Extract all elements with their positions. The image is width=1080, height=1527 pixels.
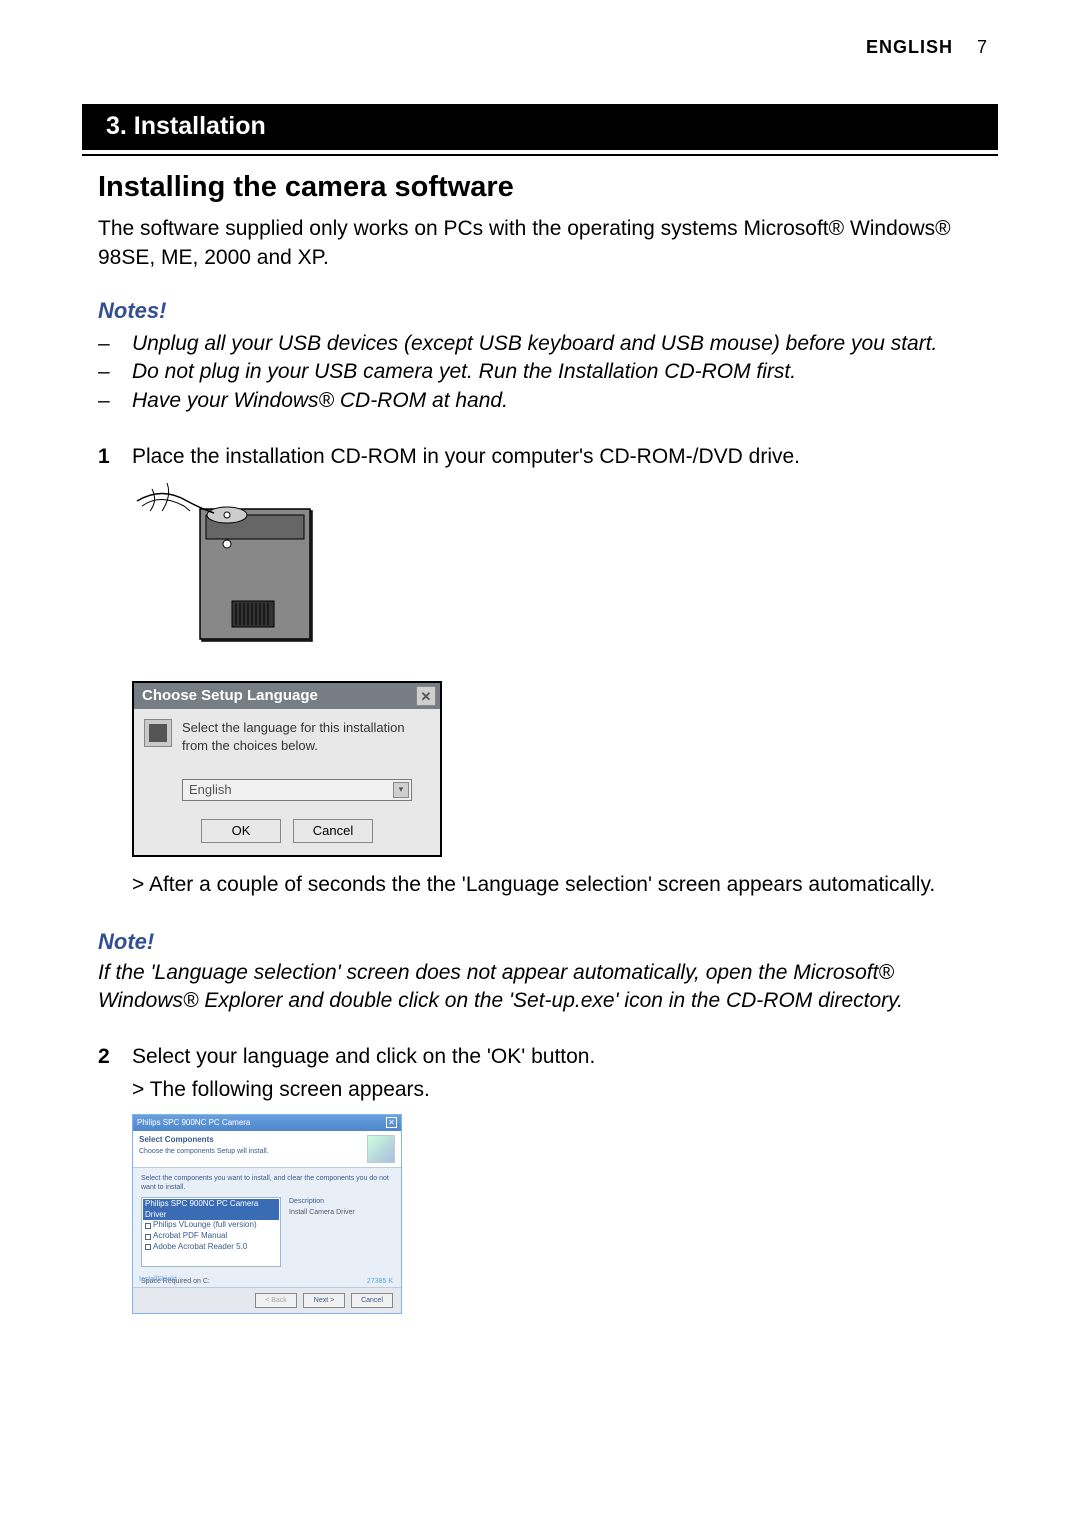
cancel-button[interactable]: Cancel <box>293 819 373 843</box>
next-button[interactable]: Next > <box>303 1293 345 1308</box>
list-item[interactable]: Acrobat PDF Manual <box>143 1231 279 1242</box>
list-item[interactable]: Philips VLounge (full version) <box>143 1220 279 1231</box>
intro-text: The software supplied only works on PCs … <box>98 215 998 272</box>
description-label: Description <box>289 1197 355 1206</box>
step-1: 1 Place the installation CD-ROM in your … <box>98 443 998 471</box>
dialog-title: Philips SPC 900NC PC Camera <box>137 1118 250 1129</box>
cancel-button[interactable]: Cancel <box>351 1293 393 1308</box>
setup-icon <box>144 719 172 747</box>
section-heading-bar: 3. Installation <box>82 104 998 150</box>
note-item: –Unplug all your USB devices (except USB… <box>98 330 998 358</box>
step-result-caption: > The following screen appears. <box>132 1076 998 1104</box>
close-icon[interactable]: ✕ <box>386 1117 397 1128</box>
list-item[interactable]: Philips SPC 900NC PC Camera Driver <box>143 1199 279 1221</box>
notes-heading: Notes! <box>98 296 998 326</box>
checkbox-icon[interactable] <box>145 1244 151 1250</box>
language-selected: English <box>189 781 232 799</box>
step-number: 2 <box>98 1043 132 1104</box>
cd-insert-illustration <box>132 481 998 669</box>
notes-list: –Unplug all your USB devices (except USB… <box>98 330 998 415</box>
step-number: 1 <box>98 443 132 471</box>
page-number: 7 <box>977 35 988 59</box>
checkbox-icon[interactable] <box>145 1223 151 1229</box>
installer-logo-icon <box>367 1135 395 1163</box>
components-list[interactable]: Philips SPC 900NC PC Camera Driver Phili… <box>141 1197 281 1267</box>
note-heading: Note! <box>98 927 998 957</box>
language-select[interactable]: English ▾ <box>182 779 412 801</box>
brand-label: InstallShield <box>139 1275 177 1284</box>
step-text: Select your language and click on the 'O… <box>132 1043 998 1071</box>
back-button[interactable]: < Back <box>255 1293 297 1308</box>
select-components-dialog: Philips SPC 900NC PC Camera ✕ Select Com… <box>132 1114 402 1314</box>
divider <box>82 154 998 156</box>
description-value: Install Camera Driver <box>289 1208 355 1217</box>
close-icon[interactable]: ✕ <box>416 686 436 706</box>
section-title: 3. Installation <box>106 110 266 144</box>
ok-button[interactable]: OK <box>201 819 281 843</box>
note-item: –Have your Windows® CD-ROM at hand. <box>98 387 998 415</box>
page-header: ENGLISH 7 <box>82 35 998 59</box>
dialog-prompt: Select the language for this installatio… <box>182 719 430 754</box>
components-subtext: Choose the components Setup will install… <box>139 1148 269 1155</box>
choose-language-dialog: Choose Setup Language ✕ Select the langu… <box>132 681 442 856</box>
note-body: If the 'Language selection' screen does … <box>98 959 998 1016</box>
step-2: 2 Select your language and click on the … <box>98 1043 998 1104</box>
step1-result-caption: > After a couple of seconds the the 'Lan… <box>132 871 998 899</box>
components-instruction: Select the components you want to instal… <box>141 1174 393 1193</box>
list-item[interactable]: Adobe Acrobat Reader 5.0 <box>143 1242 279 1253</box>
space-required-value: 27385 K <box>367 1277 393 1286</box>
chevron-down-icon[interactable]: ▾ <box>393 782 409 798</box>
step-text: Place the installation CD-ROM in your co… <box>132 443 998 471</box>
note-item: –Do not plug in your USB camera yet. Run… <box>98 358 998 386</box>
dialog-title: Choose Setup Language <box>142 686 318 706</box>
components-heading: Select Components <box>139 1135 214 1144</box>
checkbox-icon[interactable] <box>145 1234 151 1240</box>
subsection-title: Installing the camera software <box>98 168 998 207</box>
language-label: ENGLISH <box>866 37 953 57</box>
